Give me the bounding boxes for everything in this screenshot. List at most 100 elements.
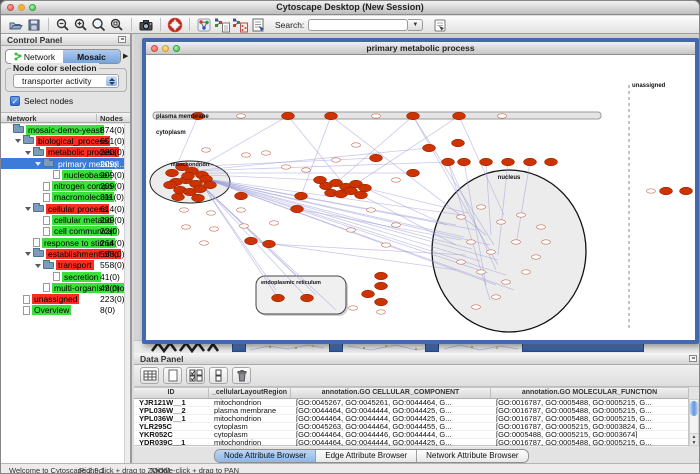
tree-row[interactable]: mosaic-demo-yeast874(0) — [1, 124, 130, 135]
tree-row[interactable]: establishment of lo558(0) — [1, 248, 130, 259]
expander-icon[interactable] — [14, 135, 23, 146]
network-node[interactable] — [375, 282, 388, 290]
tree-row[interactable]: cellular metabo209(0) — [1, 214, 130, 225]
expander-icon[interactable] — [24, 203, 33, 214]
network-frame-titlebar[interactable]: primary metabolic process — [146, 42, 695, 55]
column-header[interactable]: _cellularLayoutRegion — [209, 388, 291, 398]
network-node[interactable] — [245, 237, 258, 245]
network-node[interactable] — [263, 240, 276, 248]
network-node[interactable] — [452, 139, 465, 147]
network-node[interactable] — [204, 181, 217, 189]
snapshot-button[interactable] — [137, 17, 155, 33]
tree-row[interactable]: primary metabol209(... — [1, 158, 130, 169]
tree-row[interactable]: cell communicat22(0) — [1, 226, 130, 237]
expander-icon[interactable] — [34, 158, 43, 169]
network-node[interactable] — [375, 272, 388, 280]
save-session-button[interactable] — [25, 17, 43, 33]
zoom-out-button[interactable] — [54, 17, 72, 33]
tree-row[interactable]: response to stimul264(0) — [1, 237, 130, 248]
background-window-titlebar[interactable] — [425, 343, 439, 352]
zoom-selected-button[interactable] — [108, 17, 126, 33]
scrollbar-arrows[interactable]: ▲▼ — [689, 433, 699, 446]
import-attributes-button[interactable] — [231, 17, 249, 33]
tree-row[interactable]: cellular process614(0) — [1, 203, 130, 214]
tree-scrollbar[interactable] — [124, 124, 130, 463]
network-node[interactable] — [480, 158, 493, 166]
network-node[interactable] — [291, 205, 304, 213]
float-panel-icon[interactable] — [118, 36, 126, 43]
network-node[interactable] — [355, 191, 368, 199]
tab-network[interactable]: Network — [6, 50, 63, 63]
network-node[interactable] — [295, 192, 308, 200]
network-node[interactable] — [359, 184, 372, 192]
network-node[interactable] — [182, 172, 195, 180]
network-node[interactable] — [545, 158, 558, 166]
network-node[interactable] — [314, 176, 327, 184]
configure-search-button[interactable] — [431, 17, 449, 33]
background-window-titlebar[interactable] — [522, 343, 644, 352]
match-attributes-button[interactable] — [209, 367, 228, 384]
tab-scroll-right-button[interactable]: ▶ — [123, 52, 128, 60]
attribute-checklist-button[interactable] — [186, 367, 205, 384]
network-node[interactable] — [192, 194, 205, 202]
tab-mosaic[interactable]: Mosaic — [63, 50, 120, 63]
network-node[interactable] — [370, 154, 383, 162]
select-nodes-checkbox[interactable]: ✓ — [10, 96, 20, 106]
expander-icon[interactable] — [24, 248, 33, 259]
column-header[interactable]: annotation.GO CELLULAR_COMPONENT — [291, 388, 491, 398]
create-attribute-button[interactable] — [163, 367, 182, 384]
node-color-dropdown[interactable]: transporter activity — [13, 74, 119, 88]
help-button[interactable] — [166, 17, 184, 33]
network-node[interactable] — [458, 158, 471, 166]
attribute-browser-button[interactable] — [249, 17, 267, 33]
network-node[interactable] — [423, 144, 436, 152]
tab-edge-attribute-browser[interactable]: Edge Attribute Browser — [316, 450, 417, 462]
network-node[interactable] — [272, 294, 285, 302]
table-row[interactable]: YDR039C__1mitochondrion[GO:0044464, GO:0… — [134, 439, 688, 447]
network-node[interactable] — [282, 112, 295, 120]
table-row[interactable]: YJR121W__1mitochondrion[GO:0045267, GO:0… — [134, 399, 688, 407]
tree-column-nodes[interactable]: Nodes — [100, 114, 123, 123]
table-row[interactable]: YPL036W__2plasma membrane[GO:0044464, GO… — [134, 407, 688, 415]
network-node[interactable] — [166, 169, 179, 177]
import-network-button[interactable] — [213, 17, 231, 33]
column-header[interactable]: annotation.GO MOLECULAR_FUNCTION — [491, 388, 689, 398]
network-node[interactable] — [407, 112, 420, 120]
search-input[interactable] — [308, 19, 408, 31]
tree-row[interactable]: nucleobase-209(0) — [1, 169, 130, 180]
network-node[interactable] — [164, 181, 177, 189]
network-node[interactable] — [301, 294, 314, 302]
tree-row[interactable]: biological_process651(0) — [1, 135, 130, 146]
zoom-in-button[interactable] — [72, 17, 90, 33]
delete-attributes-button[interactable] — [232, 367, 251, 384]
open-file-button[interactable] — [7, 17, 25, 33]
scrollbar-thumb[interactable] — [690, 401, 698, 416]
tree-column-network[interactable]: Network — [7, 114, 37, 123]
network-canvas[interactable]: plasma membranecytoplasmmitochondrionnuc… — [146, 55, 695, 340]
network-node[interactable] — [680, 187, 693, 195]
table-row[interactable]: YPL036W__1mitochondrion[GO:0044464, GO:0… — [134, 415, 688, 423]
network-node[interactable] — [524, 158, 537, 166]
tab-network-attribute-browser[interactable]: Network Attribute Browser — [417, 450, 527, 462]
tab-node-attribute-browser[interactable]: Node Attribute Browser — [215, 450, 316, 462]
table-row[interactable]: YKR052Ccytoplasm[GO:0044464, GO:0044446,… — [134, 431, 688, 439]
network-node[interactable] — [325, 112, 338, 120]
search-dropdown-button[interactable]: ▼ — [408, 19, 423, 31]
expander-icon[interactable] — [24, 147, 33, 158]
tree-row[interactable]: metabolic process280(0) — [1, 147, 130, 158]
float-panel-icon[interactable] — [689, 355, 697, 362]
network-node[interactable] — [362, 290, 375, 298]
network-node[interactable] — [660, 187, 673, 195]
table-row[interactable]: YLR295Ccytoplasm[GO:0045263, GO:0044464,… — [134, 423, 688, 431]
tree-row[interactable]: nitrogen compo209(0) — [1, 180, 130, 191]
background-window-titlebar[interactable] — [329, 343, 343, 352]
network-node[interactable] — [453, 112, 466, 120]
network-node[interactable] — [375, 298, 388, 306]
network-node[interactable] — [442, 158, 455, 166]
tree-row[interactable]: unassigned223(0) — [1, 293, 130, 304]
network-node[interactable] — [235, 192, 248, 200]
apply-layout-button[interactable] — [195, 17, 213, 33]
tree-row[interactable]: secretion41(0) — [1, 271, 130, 282]
tree-row[interactable]: Overview8(0) — [1, 305, 130, 316]
tree-row[interactable]: macromolecule311(0) — [1, 192, 130, 203]
